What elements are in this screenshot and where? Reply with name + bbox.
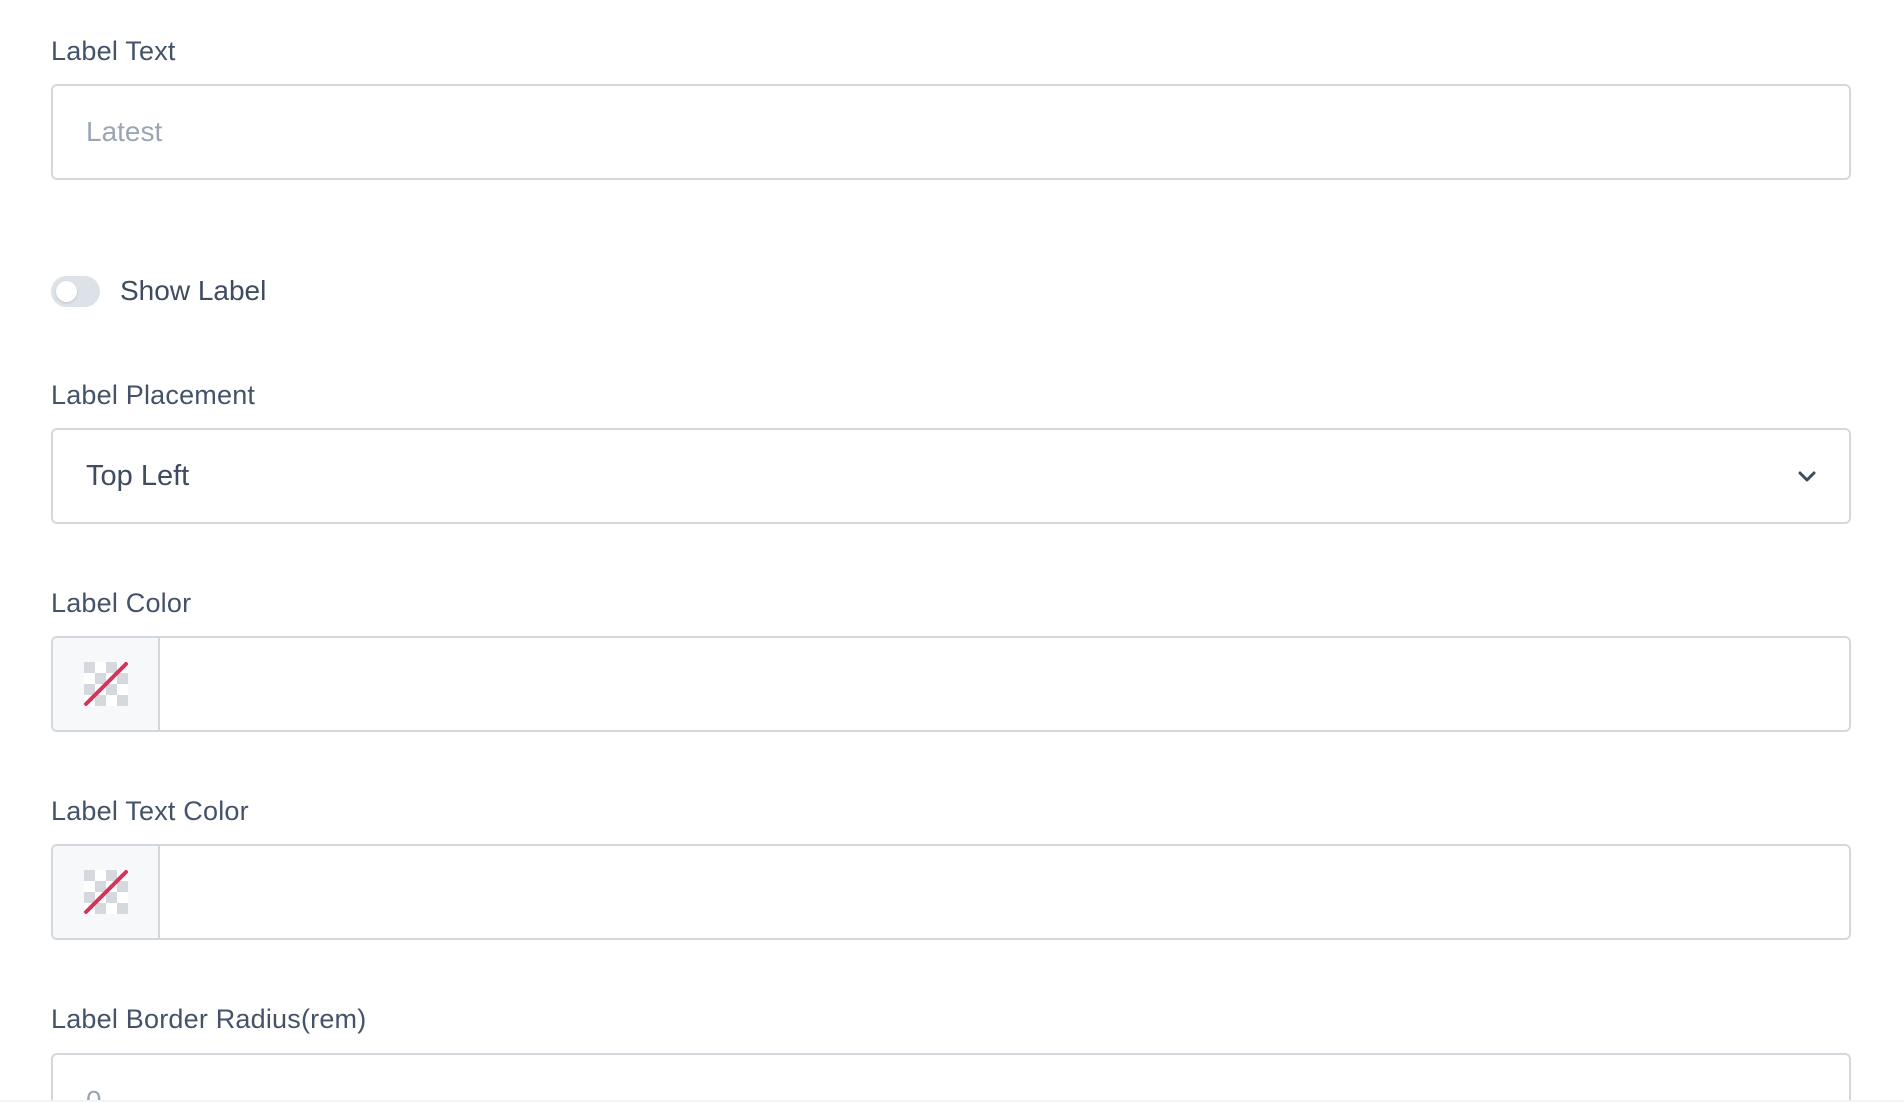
label-color-input[interactable] [160, 638, 1849, 730]
label-border-radius-heading: Label Border Radius(rem) [51, 1004, 367, 1034]
label-placement-value: Top Left [86, 459, 190, 492]
label-placement-select[interactable]: Top Left [51, 428, 1851, 524]
label-color-picker [51, 636, 1851, 732]
settings-panel: Label Text Show Label Label Placement To… [0, 0, 1904, 1102]
show-label-row: Show Label [51, 271, 266, 311]
label-text-input[interactable] [51, 84, 1851, 180]
show-label-text: Show Label [120, 275, 267, 306]
toggle-knob [56, 280, 77, 302]
label-placement-heading: Label Placement [51, 380, 256, 410]
chevron-down-icon [1796, 465, 1818, 487]
label-border-radius-input[interactable]: 0 [51, 1053, 1851, 1102]
label-text-heading: Label Text [51, 36, 176, 66]
label-color-heading: Label Color [51, 588, 192, 618]
label-color-swatch-button[interactable] [53, 638, 160, 730]
label-text-color-picker [51, 844, 1851, 940]
label-text-color-swatch-button[interactable] [53, 846, 160, 938]
no-color-swatch-icon [83, 662, 128, 706]
label-text-color-input[interactable] [160, 846, 1849, 938]
show-label-toggle[interactable] [51, 275, 100, 307]
label-text-color-heading: Label Text Color [51, 796, 249, 826]
no-color-swatch-icon [83, 870, 128, 914]
